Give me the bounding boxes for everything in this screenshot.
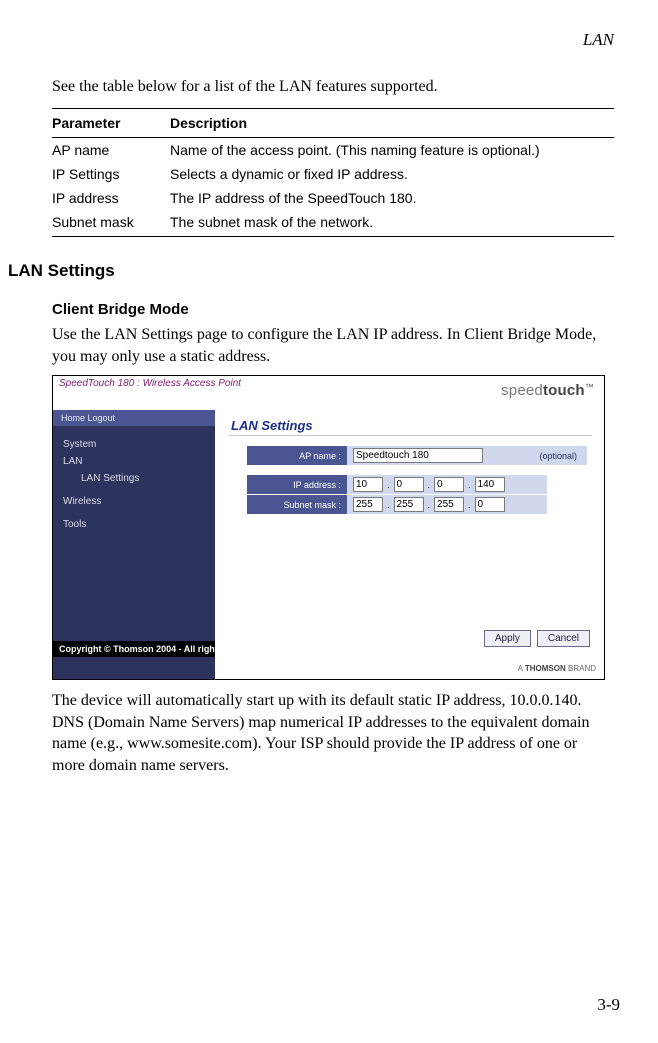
dot-sep: . [428, 480, 431, 490]
table-row: AP name Name of the access point. (This … [52, 138, 614, 163]
brand-prefix: A [518, 664, 525, 673]
intro-text: See the table below for a list of the LA… [52, 78, 614, 96]
input-ip-4[interactable] [475, 477, 505, 492]
input-mask-2[interactable] [394, 497, 424, 512]
label-subnet-mask: Subnet mask : [247, 495, 347, 514]
label-ap-name: AP name : [247, 446, 347, 465]
section-heading: LAN Settings [8, 261, 614, 281]
nav-tools[interactable]: Tools [53, 516, 215, 533]
dot-sep: . [468, 480, 471, 490]
logo-text-light: speed [501, 382, 543, 399]
embedded-screenshot: SpeedTouch 180 : Wireless Access Point s… [52, 375, 605, 680]
row-ip-address: IP address : . . . [247, 475, 547, 494]
nav-system[interactable]: System [53, 436, 215, 453]
cancel-button[interactable]: Cancel [537, 630, 590, 647]
col-header-description: Description [170, 109, 614, 138]
cell: Selects a dynamic or fixed IP address. [170, 162, 614, 186]
paragraph: Use the LAN Settings page to configure t… [52, 324, 614, 367]
brand-suffix: BRAND [566, 664, 596, 673]
paragraph: The device will automatically start up w… [52, 690, 614, 776]
input-ap-name[interactable] [353, 448, 483, 463]
brand-bar: A THOMSON BRAND [215, 659, 604, 679]
label-ip-address: IP address : [247, 475, 347, 494]
cell: The subnet mask of the network. [170, 210, 614, 237]
panel-title: LAN Settings [229, 416, 592, 436]
param-table: Parameter Description AP name Name of th… [52, 108, 614, 237]
cell: Name of the access point. (This naming f… [170, 138, 614, 163]
dot-sep: . [387, 480, 390, 490]
logo-text-heavy: touch [543, 382, 585, 399]
cell: IP address [52, 186, 170, 210]
window-title: SpeedTouch 180 : Wireless Access Point [59, 378, 241, 389]
input-mask-3[interactable] [434, 497, 464, 512]
optional-label: (optional) [539, 451, 581, 461]
cell: AP name [52, 138, 170, 163]
nav-lan-settings[interactable]: LAN Settings [53, 470, 215, 487]
dot-sep: . [428, 500, 431, 510]
table-row: IP Settings Selects a dynamic or fixed I… [52, 162, 614, 186]
running-head: LAN [8, 30, 614, 50]
col-header-parameter: Parameter [52, 109, 170, 138]
cell: Subnet mask [52, 210, 170, 237]
logo: speedtouch™ [501, 382, 594, 399]
breadcrumb[interactable]: Home Logout [53, 410, 215, 426]
input-mask-4[interactable] [475, 497, 505, 512]
row-ap-name: AP name : (optional) [247, 446, 587, 465]
input-mask-1[interactable] [353, 497, 383, 512]
main-panel: LAN Settings AP name : (optional) I [215, 410, 604, 679]
logo-tm: ™ [585, 382, 594, 392]
input-ip-1[interactable] [353, 477, 383, 492]
table-row: Subnet mask The subnet mask of the netwo… [52, 210, 614, 237]
subheading: Client Bridge Mode [52, 301, 614, 318]
cell: IP Settings [52, 162, 170, 186]
page-number: 3-9 [597, 995, 620, 1015]
row-subnet-mask: Subnet mask : . . . [247, 495, 547, 514]
input-ip-3[interactable] [434, 477, 464, 492]
apply-button[interactable]: Apply [484, 630, 531, 647]
dot-sep: . [387, 500, 390, 510]
input-ip-2[interactable] [394, 477, 424, 492]
table-row: IP address The IP address of the SpeedTo… [52, 186, 614, 210]
dot-sep: . [468, 500, 471, 510]
sidebar: Home Logout System LAN LAN Settings Wire… [53, 410, 215, 679]
brand-name: THOMSON [525, 664, 566, 673]
nav-wireless[interactable]: Wireless [53, 493, 215, 510]
nav-lan[interactable]: LAN [53, 453, 215, 470]
cell: The IP address of the SpeedTouch 180. [170, 186, 614, 210]
